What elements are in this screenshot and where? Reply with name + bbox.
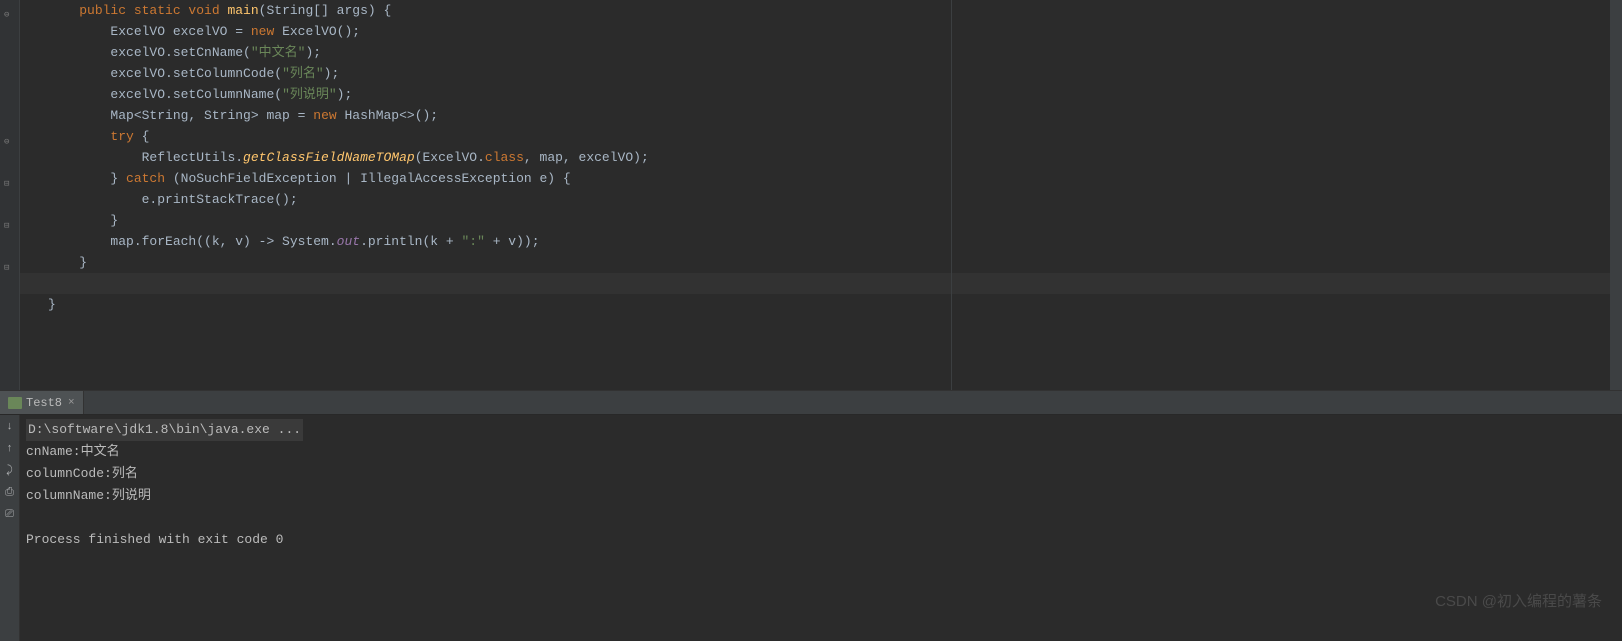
scroll-to-top-button[interactable]: ↑ [2,441,18,457]
editor-scrollbar[interactable] [1610,0,1622,390]
code-line: Map<String, String> map = new HashMap<>(… [48,105,1610,126]
watermark: CSDN @初入编程的薯条 [1435,590,1602,611]
console-toolbar: ↓ ↑ ⤸ ⎙ ⎚ [0,415,20,641]
fold-icon[interactable]: ⊖ [4,10,14,20]
code-line: excelVO.setColumnName("列说明"); [48,84,1610,105]
run-config-icon [8,397,22,409]
code-line: map.forEach((k, v) -> System.out.println… [48,231,1610,252]
fold-icon[interactable]: ⊖ [4,137,14,147]
run-tab-bar: Test8 × [0,390,1622,415]
code-line: ExcelVO excelVO = new ExcelVO(); [48,21,1610,42]
fold-end-icon[interactable]: ⊟ [4,179,14,189]
editor-gutter: ⊖ ⊖ ⊟ ⊟ ⊟ [0,0,20,390]
console-line: columnCode:列名 [26,463,1616,485]
code-line: ReflectUtils.getClassFieldNameTOMap(Exce… [48,147,1610,168]
soft-wrap-button[interactable]: ⤸ [2,463,18,479]
clear-button[interactable]: ⎚ [2,507,18,523]
console-line: cnName:中文名 [26,441,1616,463]
close-icon[interactable]: × [68,397,75,409]
code-line: excelVO.setCnName("中文名"); [48,42,1610,63]
tab-label: Test8 [26,396,62,410]
print-button[interactable]: ⎙ [2,485,18,501]
code-area[interactable]: public static void main(String[] args) {… [20,0,1610,390]
run-command: D:\software\jdk1.8\bin\java.exe ... [26,419,303,441]
console-line: Process finished with exit code 0 [26,529,1616,551]
code-line: try { [48,126,1610,147]
code-line: } [48,210,1610,231]
fold-end-icon[interactable]: ⊟ [4,221,14,231]
code-line: public static void main(String[] args) { [48,0,1610,21]
current-line-highlight [20,273,1610,294]
code-line: } [48,252,1610,273]
console-output[interactable]: D:\software\jdk1.8\bin\java.exe ... cnNa… [20,415,1622,641]
run-tab[interactable]: Test8 × [0,391,84,414]
code-line: } [48,294,1610,315]
console-pane: ↓ ↑ ⤸ ⎙ ⎚ D:\software\jdk1.8\bin\java.ex… [0,415,1622,641]
scroll-to-end-button[interactable]: ↓ [2,419,18,435]
console-line: columnName:列说明 [26,485,1616,507]
code-line: e.printStackTrace(); [48,189,1610,210]
editor-pane: ⊖ ⊖ ⊟ ⊟ ⊟ public static void main(String… [0,0,1622,390]
fold-end-icon[interactable]: ⊟ [4,263,14,273]
code-line: excelVO.setColumnCode("列名"); [48,63,1610,84]
console-line [26,507,1616,529]
code-line: } catch (NoSuchFieldException | IllegalA… [48,168,1610,189]
right-margin-line [951,0,952,390]
